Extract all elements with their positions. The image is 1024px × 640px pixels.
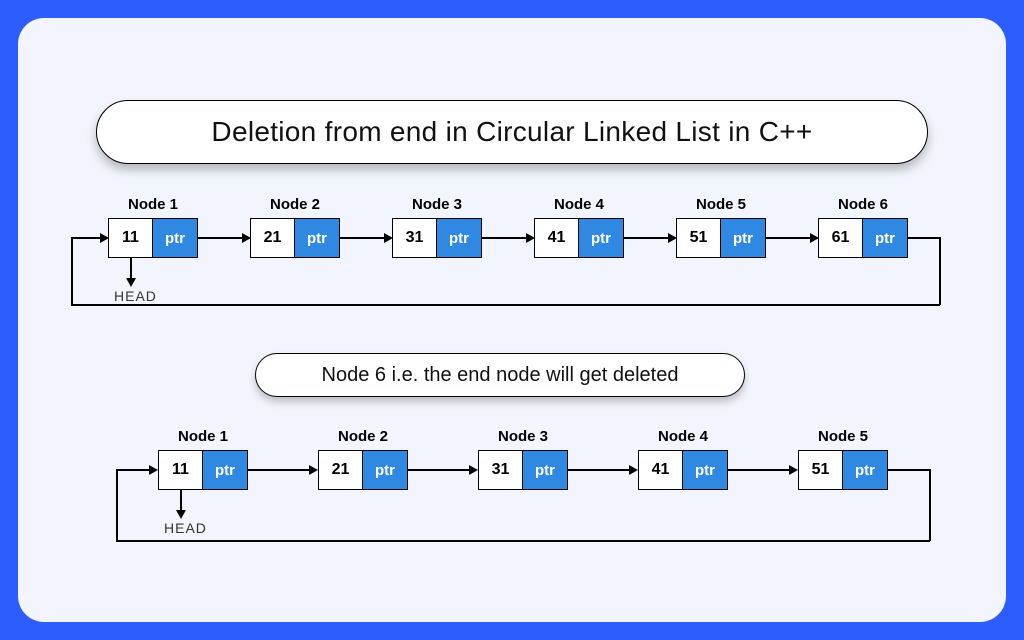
node-value: 41 [535,219,579,257]
node-ptr: ptr [579,219,623,257]
node-value: 61 [819,219,863,257]
arrow-line [248,469,310,471]
arrow-line [482,237,528,239]
node: 61 ptr [818,218,908,258]
arrow-right-icon [789,465,798,475]
node-label: Node 1 [108,196,198,213]
node: 21 ptr [250,218,340,258]
arrow-line [624,237,670,239]
node-ptr: ptr [721,219,765,257]
node: 51 ptr [798,450,888,490]
node-label: Node 5 [798,428,888,445]
head-label: HEAD [114,288,157,304]
node: 41 ptr [534,218,624,258]
node-label: Node 3 [392,196,482,213]
node: 11 ptr [158,450,248,490]
arrow-right-icon [629,465,638,475]
node-value: 21 [251,219,295,257]
arrow-right-icon [100,233,109,243]
arrow-line [568,469,630,471]
arrow-right-icon [149,465,158,475]
arrow-right-icon [469,465,478,475]
loop-line [71,237,101,239]
loop-line [908,237,940,239]
loop-line [71,304,940,306]
node-ptr: ptr [203,451,247,489]
head-line [130,258,132,280]
node-ptr: ptr [437,219,481,257]
loop-line [929,469,931,541]
node-value: 21 [319,451,363,489]
diagram-title: Deletion from end in Circular Linked Lis… [96,100,928,164]
node: 11 ptr [108,218,198,258]
loop-line [71,237,73,305]
node-value: 11 [109,219,153,257]
node: 31 ptr [392,218,482,258]
diagram-caption: Node 6 i.e. the end node will get delete… [255,353,745,397]
node-label: Node 5 [676,196,766,213]
arrow-right-icon [668,233,677,243]
arrow-line [728,469,790,471]
node-ptr: ptr [153,219,197,257]
node-value: 51 [799,451,843,489]
head-line [180,490,182,512]
loop-line [116,469,150,471]
node-label: Node 1 [158,428,248,445]
node-value: 11 [159,451,203,489]
arrow-line [198,237,244,239]
node: 41 ptr [638,450,728,490]
arrow-line [408,469,470,471]
node-ptr: ptr [863,219,907,257]
node-value: 51 [677,219,721,257]
node-label: Node 4 [638,428,728,445]
node: 21 ptr [318,450,408,490]
node-ptr: ptr [363,451,407,489]
arrow-down-icon [176,510,186,519]
node: 51 ptr [676,218,766,258]
node-ptr: ptr [295,219,339,257]
node-ptr: ptr [683,451,727,489]
arrow-line [340,237,386,239]
node-value: 31 [393,219,437,257]
node-label: Node 3 [478,428,568,445]
node-label: Node 4 [534,196,624,213]
diagram-canvas: Deletion from end in Circular Linked Lis… [18,18,1006,622]
node-value: 31 [479,451,523,489]
arrow-right-icon [526,233,535,243]
loop-line [116,469,118,541]
node-ptr: ptr [523,451,567,489]
arrow-right-icon [810,233,819,243]
arrow-down-icon [126,278,136,287]
node-label: Node 6 [818,196,908,213]
head-label: HEAD [164,520,207,536]
loop-line [888,469,930,471]
arrow-right-icon [384,233,393,243]
node-ptr: ptr [843,451,887,489]
node-label: Node 2 [318,428,408,445]
node-label: Node 2 [250,196,340,213]
arrow-right-icon [309,465,318,475]
loop-line [939,237,941,305]
loop-line [116,540,930,542]
arrow-right-icon [242,233,251,243]
node: 31 ptr [478,450,568,490]
arrow-line [766,237,812,239]
node-value: 41 [639,451,683,489]
